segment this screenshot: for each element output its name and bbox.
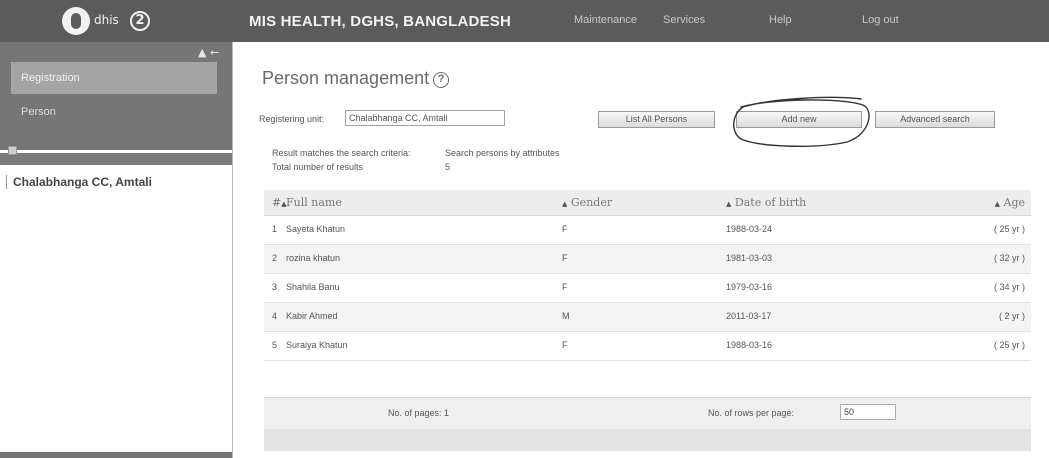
table-row[interactable]: 5 Suraiya Khatun F 1988-03-16 ( 25 yr )	[264, 332, 1031, 361]
row-name[interactable]: Shahila Banu	[286, 274, 340, 302]
col-header-age[interactable]: ▲ Age	[995, 190, 1025, 217]
row-num: 2	[272, 253, 278, 263]
row-age: ( 2 yr )	[999, 311, 1025, 321]
col-header-num[interactable]: #▲	[272, 190, 287, 217]
table-header: #▲ Full name ▲ Gender ▲ Date of birth ▲ …	[264, 190, 1031, 216]
row-gender: F	[562, 224, 568, 234]
col-header-gender[interactable]: ▲ Gender	[562, 190, 612, 217]
sort-icon: ▲	[562, 200, 568, 208]
rows-per-page-field[interactable]	[840, 404, 896, 420]
dhis2-logo[interactable]: dhis 2	[62, 7, 154, 35]
sidebar-footer	[0, 452, 232, 458]
sidebar-border	[232, 42, 233, 458]
row-age: ( 34 yr )	[993, 282, 1025, 292]
row-dob: 1988-03-24	[726, 224, 773, 234]
advanced-search-button[interactable]: Advanced search	[875, 111, 995, 128]
persons-table: #▲ Full name ▲ Gender ▲ Date of birth ▲ …	[264, 190, 1031, 361]
collapse-arrows-icon[interactable]: ▲ ←	[198, 46, 219, 59]
help-icon[interactable]: ?	[433, 72, 450, 88]
row-age: ( 25 yr )	[993, 224, 1025, 234]
col-age-label: Age	[1003, 196, 1026, 209]
criteria-label: Result matches the search criteria:	[272, 148, 411, 158]
menu-help[interactable]: Help	[769, 14, 792, 26]
orgunit-tree-header	[0, 153, 232, 165]
row-dob: 1988-03-16	[726, 340, 773, 350]
menu-services[interactable]: Services	[663, 14, 705, 26]
row-dob: 1979-03-16	[726, 282, 773, 292]
logo-circle-icon	[62, 7, 90, 35]
menu-logout[interactable]: Log out	[862, 14, 899, 26]
row-num: 3	[272, 282, 278, 292]
col-header-dob[interactable]: ▲ Date of birth	[726, 190, 806, 217]
page-title: Person management?	[262, 68, 450, 89]
table-row[interactable]: 2 rozina khatun F 1981-03-03 ( 32 yr )	[264, 245, 1031, 274]
row-dob: 1981-03-03	[726, 253, 773, 263]
row-num: 1	[272, 224, 278, 234]
row-gender: F	[562, 340, 568, 350]
logo-text: dhis	[94, 13, 119, 27]
rows-per-page-label: No. of rows per page:	[708, 408, 795, 418]
row-num: 4	[272, 311, 278, 321]
orgunit-tree-item[interactable]: Chalabhanga CC, Amtali	[6, 175, 152, 189]
registering-unit-label: Registering unit:	[259, 114, 325, 124]
row-num: 5	[272, 340, 278, 350]
row-age: ( 25 yr )	[993, 340, 1025, 350]
row-gender: F	[562, 253, 568, 263]
row-gender: M	[562, 311, 570, 321]
sidebar-item-registration[interactable]: Registration	[11, 62, 217, 94]
table-row[interactable]: 4 Kabir Ahmed M 2011-03-17 ( 2 yr )	[264, 303, 1031, 332]
row-dob: 2011-03-17	[726, 311, 772, 321]
table-footer-bar	[264, 429, 1031, 451]
table-pagination: No. of pages: 1 No. of rows per page:	[264, 397, 1031, 429]
row-name[interactable]: Sayeta Khatun	[286, 216, 345, 244]
col-header-name[interactable]: Full name	[286, 190, 342, 216]
sort-icon: ▲	[726, 200, 732, 208]
page-count-label: No. of pages: 1	[388, 408, 450, 418]
col-gender-label: Gender	[570, 196, 613, 209]
sidebar-menu: ▲ ← Registration Person	[0, 42, 232, 150]
menu-maintenance[interactable]: Maintenance	[574, 14, 637, 26]
page-title-text: Person management	[262, 68, 430, 88]
sidebar: ▲ ← Registration Person Chalabhanga CC, …	[0, 42, 232, 458]
col-num-label: #	[272, 196, 282, 209]
row-age: ( 32 yr )	[993, 253, 1025, 263]
col-dob-label: Date of birth	[734, 196, 807, 209]
table-row[interactable]: 1 Sayeta Khatun F 1988-03-24 ( 25 yr )	[264, 216, 1031, 245]
row-name[interactable]: Kabir Ahmed	[286, 303, 338, 331]
tree-toggle-icon[interactable]	[8, 146, 17, 155]
top-header: dhis 2 MIS HEALTH, DGHS, BANGLADESH Main…	[0, 0, 1049, 42]
row-gender: F	[562, 282, 568, 292]
total-results-label: Total number of results	[272, 162, 364, 172]
row-name[interactable]: Suraiya Khatun	[286, 332, 348, 360]
logo-badge: 2	[130, 11, 150, 31]
add-new-button[interactable]: Add new	[736, 111, 862, 128]
sort-icon: ▲	[994, 200, 1000, 208]
app-title: MIS HEALTH, DGHS, BANGLADESH	[249, 13, 511, 30]
total-results-value: 5	[445, 162, 451, 172]
table-row[interactable]: 3 Shahila Banu F 1979-03-16 ( 34 yr )	[264, 274, 1031, 303]
row-name[interactable]: rozina khatun	[286, 245, 340, 273]
sidebar-item-person[interactable]: Person	[21, 106, 56, 118]
list-all-persons-button[interactable]: List All Persons	[598, 111, 715, 128]
registering-unit-field[interactable]	[345, 110, 505, 126]
criteria-value: Search persons by attributes	[445, 148, 560, 158]
